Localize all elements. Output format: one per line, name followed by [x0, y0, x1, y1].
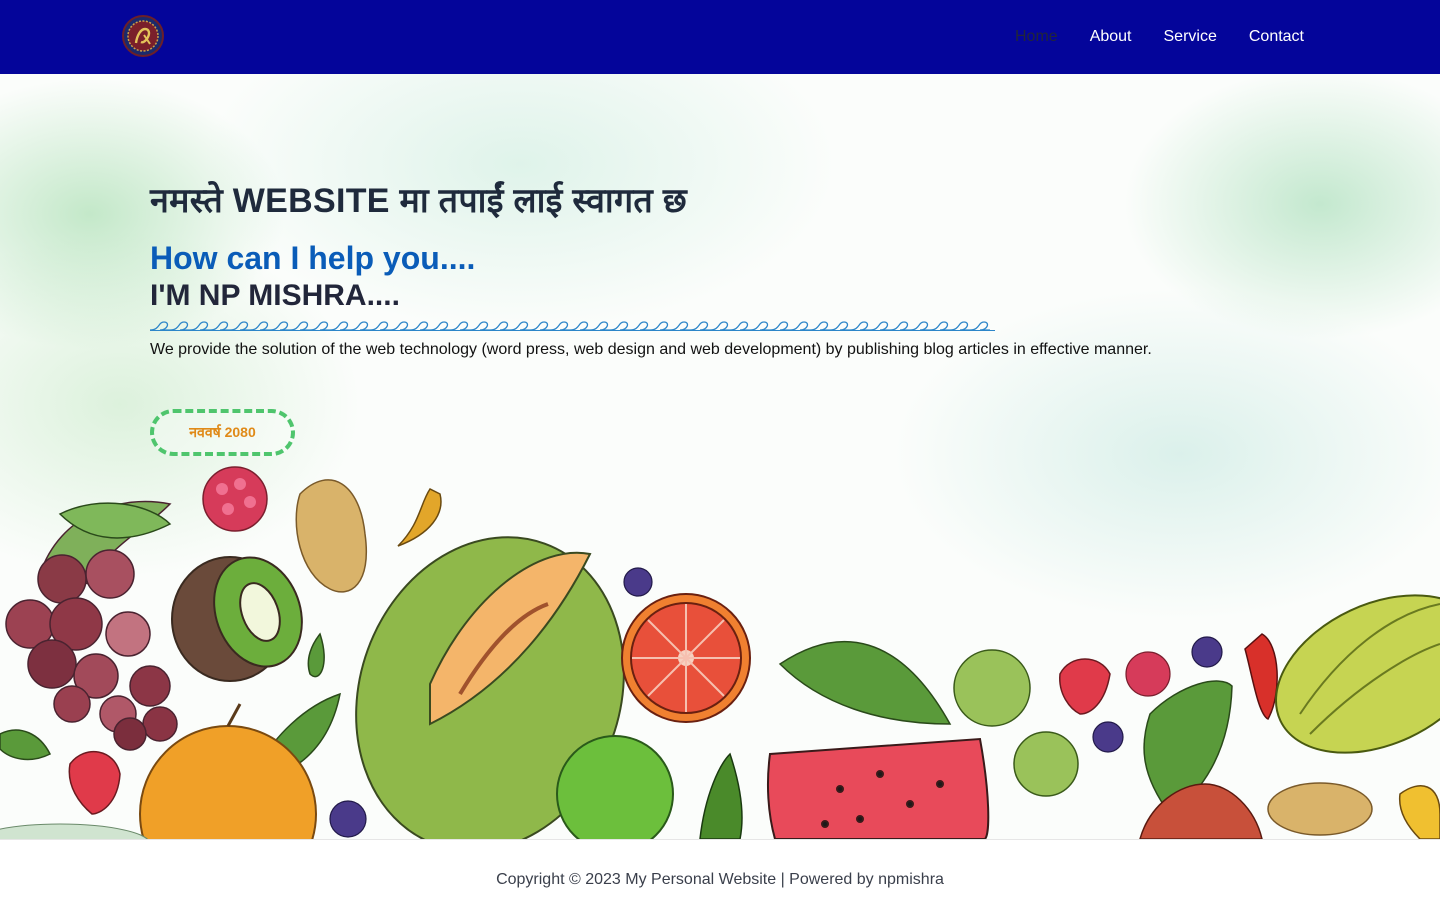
chili-illustration: [1244, 633, 1278, 720]
squiggle-loop: [309, 321, 330, 331]
kiwi-illustration: [171, 556, 303, 682]
squiggle-loop: [949, 321, 970, 331]
starfruit-illustration: [1275, 594, 1440, 754]
nav-service-link[interactable]: Service: [1164, 28, 1217, 46]
pepper-illustration: [397, 488, 442, 547]
squiggle-loop: [689, 321, 710, 331]
squiggle-loop: [509, 321, 530, 331]
squiggle-loop: [449, 321, 470, 331]
nav-about-link[interactable]: About: [1090, 28, 1132, 46]
squiggle-loop: [709, 321, 730, 331]
squiggle-loop: [749, 321, 770, 331]
squiggle-loop: [729, 321, 750, 331]
plate-illustration: [0, 823, 148, 839]
hero-section: नमस्ते WEBSITE मा तपाईं लाई स्वागत छ How…: [0, 74, 1440, 839]
squiggle-loop: [209, 321, 230, 331]
squiggle-loop: [589, 321, 610, 331]
squiggle-loop: [429, 321, 450, 331]
hero-description: We provide the solution of the web techn…: [150, 341, 1152, 358]
nav-contact-link[interactable]: Contact: [1249, 28, 1304, 46]
squiggle-loop: [489, 321, 510, 331]
squiggle-loop: [829, 321, 850, 331]
squiggle-loop: [969, 321, 990, 331]
squiggle-loop: [609, 321, 630, 331]
squiggle-loop: [329, 321, 350, 331]
squiggle-loop: [869, 321, 890, 331]
squiggle-loop: [169, 321, 190, 331]
squiggle-loop: [669, 321, 690, 331]
squiggle-loop: [289, 321, 310, 331]
squiggle-loop: [529, 321, 550, 331]
squiggle-loop: [229, 321, 250, 331]
squiggle-loop: [549, 321, 570, 331]
squiggle-loop: [649, 321, 670, 331]
squiggle-divider: [150, 321, 995, 331]
hero-name-heading: I'M NP MISHRA....: [150, 279, 400, 312]
squiggle-loop: [249, 321, 270, 331]
squiggle-loop: [349, 321, 370, 331]
footer-copyright: Copyright © 2023 My Personal Website | P…: [496, 870, 944, 888]
squiggle-loop: [909, 321, 930, 331]
squiggle-loop: [629, 321, 650, 331]
squiggle-loop: [389, 321, 410, 331]
squiggle-loop: [469, 321, 490, 331]
squiggle-loop: [409, 321, 430, 331]
site-header: Home About Service Contact: [0, 0, 1440, 74]
squiggle-loop: [189, 321, 210, 331]
hero-title: नमस्ते WEBSITE मा तपाईं लाई स्वागत छ: [150, 182, 687, 220]
grapes-illustration: [5, 500, 178, 751]
site-footer: Copyright © 2023 My Personal Website | P…: [0, 839, 1440, 919]
squiggle-loop: [929, 321, 950, 331]
site-logo-icon[interactable]: [121, 15, 165, 57]
new-year-button[interactable]: नववर्ष 2080: [150, 409, 295, 456]
nav-home-link[interactable]: Home: [1015, 28, 1058, 46]
arugula-illustration: [699, 752, 743, 839]
squiggle-loop: [889, 321, 910, 331]
squiggle-loop: [789, 321, 810, 331]
squiggle-loop: [369, 321, 390, 331]
pepper-right-illustration: [1398, 785, 1440, 839]
squiggle-loop: [269, 321, 290, 331]
blood-orange-illustration: [621, 593, 751, 723]
squiggle-loop: [849, 321, 870, 331]
squiggle-loop: [809, 321, 830, 331]
watermelon-illustration: [766, 737, 990, 839]
lime-illustration: [556, 735, 674, 839]
main-nav: Home About Service Contact: [1015, 0, 1304, 74]
squiggle-loop: [569, 321, 590, 331]
hero-subtitle: How can I help you....: [150, 240, 476, 276]
squiggle-loop: [150, 321, 170, 331]
squiggle-loop: [769, 321, 790, 331]
